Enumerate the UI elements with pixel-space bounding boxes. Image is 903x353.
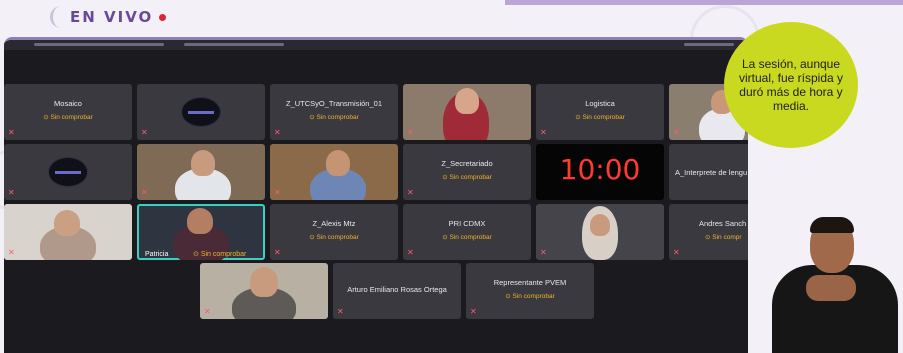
interpreter-hair [810,217,854,233]
participant-tile[interactable]: PRI CDMX ⊙ Sin comprobar ✕ [403,204,531,260]
participant-video-tile-speaking[interactable]: Patricia ⊙ Sin comprobar [137,204,265,260]
participant-status: ⊙ Sin comprobar [575,114,625,121]
live-badge: EN VIVO [50,6,167,28]
live-dot-icon [159,13,167,21]
countdown-timer: 10:00 [559,153,641,186]
participant-video-tile[interactable]: ✕ [4,204,132,260]
participant-name: Representante PVEM [493,278,567,287]
participant-name: Z_Secretariado [441,159,493,168]
caption-text: La sesión, aunque virtual, fue ríspida y… [738,57,844,113]
participant-name: Patricia [145,251,169,258]
participant-status: ⊙ Sin compr [705,234,742,241]
mic-muted-icon: ✕ [141,128,148,137]
participant-status: ⊙ Sin comprobar [442,234,492,241]
participant-name: Z_UTCSyO_Transmisión_01 [285,99,382,108]
broadcast-top-bar [505,0,903,5]
participant-status: ⊙ Sin comprobar [43,114,93,121]
participant-video-tile[interactable]: ✕ [137,144,265,200]
interpreter-hands [806,275,856,301]
mic-muted-icon: ✕ [274,248,281,257]
participant-tile[interactable]: Representante PVEM ⊙ Sin comprobar ✕ [466,263,594,319]
live-bracket-icon [50,6,64,28]
video-meeting-window: Mosaico ⊙ Sin comprobar ✕ ✕ Z_UTCSyO_Tra… [4,37,748,353]
mic-muted-icon: ✕ [540,128,547,137]
mic-muted-icon: ✕ [470,307,477,316]
participant-name: Arturo Emiliano Rosas Ortega [347,285,447,294]
participant-tile[interactable]: Andres Sanch ⊙ Sin compr ✕ [669,204,748,260]
participant-name: Logistica [585,99,615,108]
participant-status: ⊙ Sin comprobar [193,251,247,258]
participant-video-tile[interactable]: ✕ [200,263,328,319]
participant-video-tile[interactable]: ✕ [536,204,664,260]
mic-muted-icon: ✕ [8,248,15,257]
participant-tile[interactable]: Z_Secretariado ⊙ Sin comprobar ✕ [403,144,531,200]
participant-logo-icon [48,157,88,187]
mic-muted-icon: ✕ [407,248,414,257]
mic-muted-icon: ✕ [274,128,281,137]
caption-bubble: La sesión, aunque virtual, fue ríspida y… [724,22,858,148]
live-label: EN VIVO [70,8,154,26]
mic-muted-icon: ✕ [274,188,281,197]
participant-tile[interactable]: Mosaico ⊙ Sin comprobar ✕ [4,84,132,140]
mic-muted-icon: ✕ [204,307,211,316]
mic-muted-icon: ✕ [8,128,15,137]
meeting-title-bar [4,40,748,50]
mic-muted-icon: ✕ [407,128,414,137]
mic-muted-icon: ✕ [337,307,344,316]
participant-video-tile[interactable]: ✕ [270,144,398,200]
sign-language-interpreter [760,205,903,353]
participant-name: PRI CDMX [448,219,486,228]
mic-muted-icon: ✕ [673,248,680,257]
participant-name: A_Interprete de lengu [675,168,748,177]
participant-tile[interactable]: A_Interprete de lengu [669,144,748,200]
participant-status: ⊙ Sin comprobar [309,114,359,121]
participant-logo-icon [181,97,221,127]
participant-tile[interactable]: Z_Alexis Mtz ⊙ Sin comprobar ✕ [270,204,398,260]
mic-muted-icon: ✕ [673,128,680,137]
participant-tile[interactable]: ✕ [137,84,265,140]
participant-status: ⊙ Sin comprobar [505,293,555,300]
mic-muted-icon: ✕ [540,248,547,257]
timer-tile[interactable]: 10:00 [536,144,664,200]
participant-tile[interactable]: Logistica ⊙ Sin comprobar ✕ [536,84,664,140]
participant-name: Andres Sanch [699,219,747,228]
participant-video-tile[interactable]: ✕ [403,84,531,140]
participant-name: Z_Alexis Mtz [312,219,356,228]
participant-name: Mosaico [54,99,82,108]
mic-muted-icon: ✕ [141,188,148,197]
participant-tile[interactable]: Z_UTCSyO_Transmisión_01 ⊙ Sin comprobar … [270,84,398,140]
mic-muted-icon: ✕ [8,188,15,197]
mic-muted-icon: ✕ [407,188,414,197]
participant-status: ⊙ Sin comprobar [309,234,359,241]
participant-tile[interactable]: ✕ [4,144,132,200]
participant-status: ⊙ Sin comprobar [442,174,492,181]
participant-tile[interactable]: Arturo Emiliano Rosas Ortega ✕ [333,263,461,319]
